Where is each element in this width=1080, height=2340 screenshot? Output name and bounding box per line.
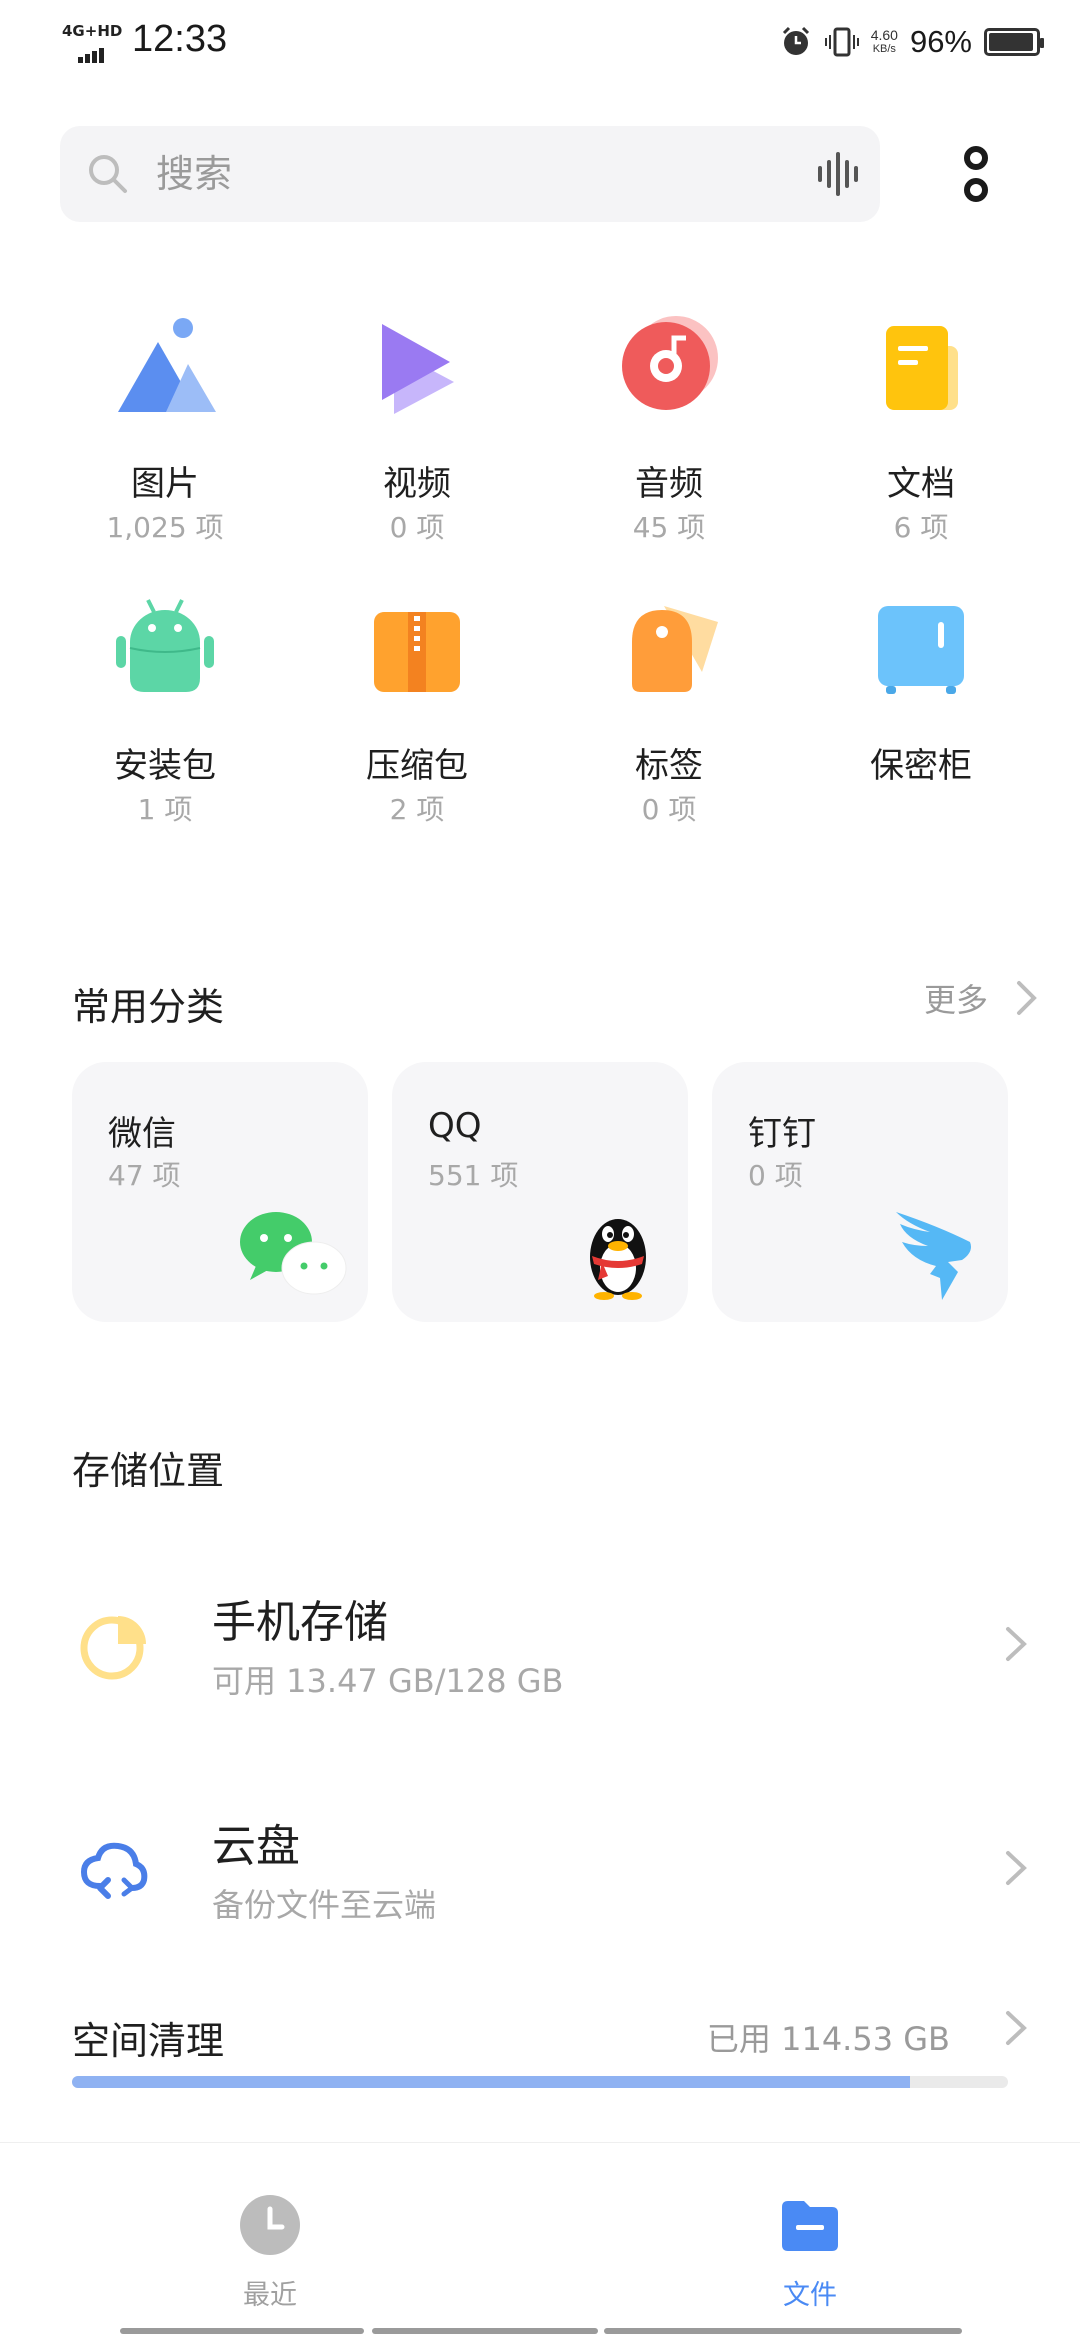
safe-icon <box>878 606 964 694</box>
app-name: 微信 <box>108 1114 176 1154</box>
speed-value: 4.60 <box>870 27 898 43</box>
category-documents[interactable]: 文档 6 项 <box>816 310 1026 560</box>
qq-icon <box>590 1219 646 1300</box>
search-icon <box>89 155 127 193</box>
status-bar: 4G+HD 12:33 4.60 KB/s 96% <box>0 0 1080 84</box>
app-name: 钉钉 <box>748 1114 816 1154</box>
chevron-right-icon <box>1017 981 1037 1015</box>
category-name: 音频 <box>635 464 703 504</box>
storage-section-title: 存储位置 <box>72 1449 225 1493</box>
more-label: 更多 <box>923 981 988 1019</box>
search-placeholder: 搜索 <box>156 152 233 196</box>
category-safe[interactable]: 保密柜 <box>816 592 1026 842</box>
tag-icon <box>632 606 718 692</box>
chevron-right-icon <box>1006 2011 1027 2045</box>
image-icon <box>118 318 216 412</box>
category-videos[interactable]: 视频 0 项 <box>312 310 522 560</box>
app-count: 551 项 <box>428 1159 519 1192</box>
battery-fill <box>989 33 1034 51</box>
category-archives[interactable]: 压缩包 2 项 <box>312 592 522 842</box>
space-used-label: 已用 114.53 GB <box>706 2020 950 2058</box>
app-count: 0 项 <box>748 1159 803 1192</box>
pie-chart-icon <box>80 1616 146 1680</box>
app-count: 47 项 <box>108 1159 181 1192</box>
category-count: 0 项 <box>389 511 445 544</box>
storage-detail: 备份文件至云端 <box>212 1886 437 1924</box>
category-count: 45 项 <box>632 511 706 544</box>
storage-cloud[interactable]: 云盘 备份文件至云端 <box>0 1784 1080 1954</box>
category-images[interactable]: 图片 1,025 项 <box>60 310 270 560</box>
gesture-bar <box>120 2328 962 2334</box>
category-name: 保密柜 <box>870 746 972 786</box>
more-link[interactable]: 更多 <box>924 975 1040 1021</box>
gesture-segment <box>604 2328 962 2334</box>
category-count: 0 项 <box>641 793 697 826</box>
search-bar[interactable]: 搜索 <box>60 126 880 222</box>
clock-icon <box>240 2195 300 2255</box>
folder-icon <box>782 2201 838 2251</box>
category-name: 图片 <box>131 464 199 504</box>
nav-files[interactable]: 文件 <box>710 2193 910 2313</box>
battery-percent: 96% <box>909 24 972 59</box>
signal-icon <box>78 44 106 63</box>
storage-name: 手机存储 <box>212 1597 388 1648</box>
storage-detail: 可用 13.47 GB/128 GB <box>212 1662 564 1700</box>
space-clean-panel[interactable]: 空间清理 已用 114.53 GB <box>0 1968 1080 2148</box>
category-audio[interactable]: 音频 45 项 <box>564 310 774 560</box>
dingtalk-icon <box>896 1212 971 1300</box>
category-count: 2 项 <box>389 793 445 826</box>
battery-icon <box>984 28 1044 56</box>
app-card-dingtalk[interactable]: 钉钉 0 项 <box>712 1062 1008 1322</box>
network-indicator: 4G+HD <box>62 22 122 63</box>
network-label: 4G+HD <box>62 22 123 40</box>
gesture-segment <box>372 2328 598 2334</box>
category-apk[interactable]: 安装包 1 项 <box>60 592 270 842</box>
category-count: 1,025 项 <box>106 511 224 544</box>
network-speed: 4.60 KB/s <box>871 28 898 56</box>
category-count: 6 项 <box>893 511 949 544</box>
storage-name: 云盘 <box>212 1821 300 1872</box>
nav-label: 最近 <box>243 2280 297 2311</box>
category-name: 文档 <box>887 464 955 504</box>
app-name: QQ <box>428 1106 482 1146</box>
audio-icon <box>622 316 718 410</box>
nav-recent[interactable]: 最近 <box>170 2193 370 2313</box>
common-section-title: 常用分类 <box>72 985 225 1029</box>
apk-icon <box>116 599 214 692</box>
video-icon <box>382 324 454 414</box>
wechat-icon <box>240 1212 347 1295</box>
storage-usage-bar <box>72 2076 1008 2088</box>
document-icon <box>886 326 958 410</box>
app-card-wechat[interactable]: 微信 47 项 <box>72 1062 368 1322</box>
clock-time: 12:33 <box>132 18 228 60</box>
status-right: 4.60 KB/s 96% <box>779 20 1044 64</box>
storage-usage-fill <box>72 2076 910 2088</box>
app-card-qq[interactable]: QQ 551 项 <box>392 1062 688 1322</box>
vibrate-icon <box>824 27 859 57</box>
space-clean-title: 空间清理 <box>72 2019 225 2063</box>
storage-phone[interactable]: 手机存储 可用 13.47 GB/128 GB <box>0 1560 1080 1730</box>
more-options-button[interactable] <box>946 140 1006 210</box>
chevron-right-icon <box>1006 1851 1027 1885</box>
alarm-icon <box>782 26 809 55</box>
cloud-sync-icon <box>80 1842 148 1899</box>
category-name: 视频 <box>383 464 451 504</box>
speed-unit: KB/s <box>872 43 896 55</box>
bottom-nav: 最近 文件 <box>0 2142 1080 2340</box>
category-name: 压缩包 <box>366 746 468 786</box>
category-name: 安装包 <box>114 746 216 786</box>
gesture-segment <box>120 2328 364 2334</box>
category-name: 标签 <box>635 746 703 786</box>
category-tags[interactable]: 标签 0 项 <box>564 592 774 842</box>
category-count: 1 项 <box>137 793 193 826</box>
zip-icon <box>374 612 460 692</box>
nav-label: 文件 <box>783 2280 837 2311</box>
voice-search-icon[interactable] <box>810 148 870 200</box>
chevron-right-icon <box>1006 1627 1027 1661</box>
